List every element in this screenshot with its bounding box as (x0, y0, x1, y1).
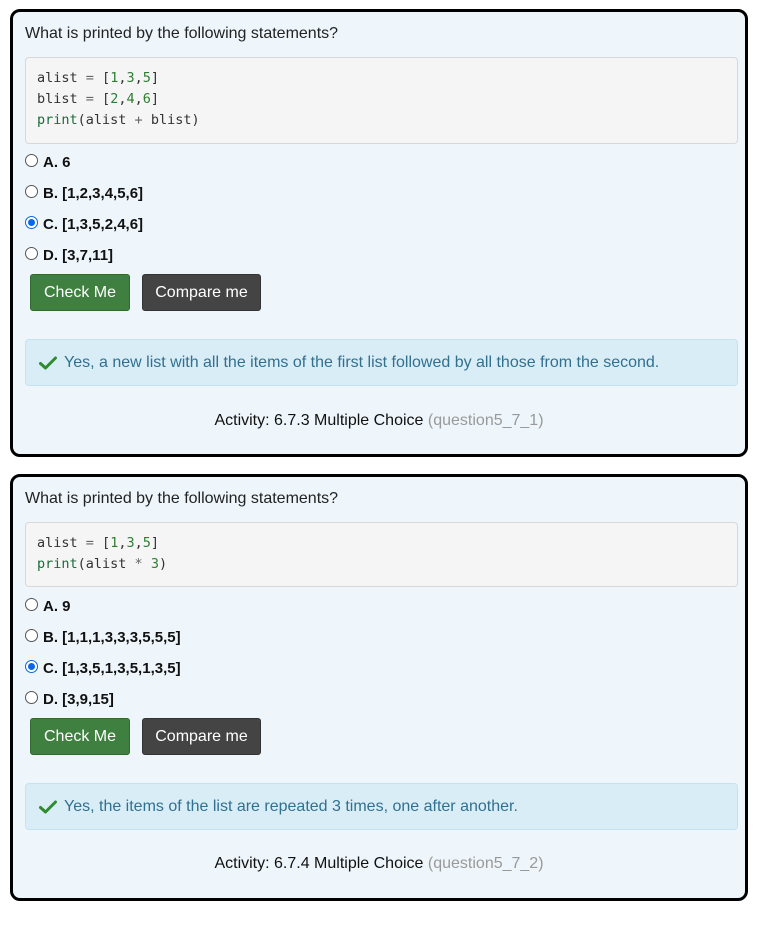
radio-button[interactable] (25, 691, 38, 704)
code-token: [ (102, 535, 111, 551)
activity-title: Activity: 6.7.4 Multiple Choice (214, 855, 424, 872)
answer-options: A. 6 B. [1,2,3,4,5,6] C. [1,3,5,2,4,6] D… (25, 147, 143, 271)
checkmark-icon (39, 356, 57, 369)
code-line: print(alist + blist) (37, 110, 726, 131)
answer-option-label: D. [3,9,15] (43, 691, 114, 708)
answer-option-label: B. [1,1,1,3,3,3,5,5,5] (43, 629, 181, 646)
code-line: print(alist * 3) (37, 554, 726, 575)
compare-me-button[interactable]: Compare me (142, 718, 261, 755)
code-token: , (134, 91, 143, 107)
activity-label: Activity: 6.7.3 Multiple Choice (questio… (13, 412, 745, 430)
answer-option-label: B. [1,2,3,4,5,6] (43, 185, 144, 202)
answer-option-d[interactable]: D. [3,9,15] (25, 684, 181, 715)
code-token: print (37, 112, 78, 128)
answer-option-a[interactable]: A. 6 (25, 147, 143, 178)
answer-option-a[interactable]: A. 9 (25, 591, 181, 622)
answer-option-c[interactable]: C. [1,3,5,2,4,6] (25, 209, 143, 240)
code-token: [ (102, 70, 111, 86)
answer-option-label: D. [3,7,11] (43, 247, 114, 264)
answer-option-label: A. 6 (43, 154, 71, 171)
code-token: (alist (77, 556, 135, 572)
code-token: 3 (150, 556, 159, 572)
code-token: ) (158, 556, 168, 572)
question-prompt: What is printed by the following stateme… (25, 25, 339, 42)
radio-button[interactable] (25, 185, 38, 198)
code-token: 6 (142, 91, 151, 107)
code-token: = (85, 70, 103, 86)
check-me-button[interactable]: Check Me (30, 274, 130, 311)
code-token: , (134, 535, 143, 551)
feedback-message: Yes, the items of the list are repeated … (25, 783, 738, 830)
code-token: 5 (142, 70, 151, 86)
feedback-text: Yes, the items of the list are repeated … (64, 797, 518, 815)
code-line: alist = [1,3,5] (37, 68, 726, 89)
feedback-text: Yes, a new list with all the items of th… (64, 353, 660, 371)
activity-id: (question5_7_2) (427, 855, 544, 872)
code-token: print (37, 556, 78, 572)
code-token: = (85, 91, 103, 107)
code-token: (alist (77, 112, 135, 128)
code-token: alist (37, 70, 86, 86)
code-line: alist = [1,3,5] (37, 533, 726, 554)
code-block: alist = [1,3,5] blist = [2,4,6] print(al… (25, 57, 738, 144)
radio-button[interactable] (25, 660, 38, 673)
answer-option-label: C. [1,3,5,1,3,5,1,3,5] (43, 660, 181, 677)
code-token: 5 (142, 535, 151, 551)
question-prompt: What is printed by the following stateme… (25, 490, 339, 507)
checkmark-icon (39, 800, 57, 813)
check-me-button[interactable]: Check Me (30, 718, 130, 755)
answer-option-c[interactable]: C. [1,3,5,1,3,5,1,3,5] (25, 653, 181, 684)
code-block: alist = [1,3,5] print(alist * 3) (25, 522, 738, 587)
code-token: + (134, 112, 151, 128)
answer-option-label: C. [1,3,5,2,4,6] (43, 216, 144, 233)
code-token: [ (102, 91, 111, 107)
answer-option-label: A. 9 (43, 598, 71, 615)
code-token: 3 (126, 70, 135, 86)
code-token: ] (150, 535, 160, 551)
code-token: ] (150, 91, 160, 107)
code-token: ] (150, 70, 160, 86)
answer-option-d[interactable]: D. [3,7,11] (25, 240, 143, 271)
activity-title: Activity: 6.7.3 Multiple Choice (214, 412, 424, 429)
code-token: 3 (126, 535, 135, 551)
activity-id: (question5_7_1) (427, 412, 544, 429)
code-line: blist = [2,4,6] (37, 89, 726, 110)
feedback-message: Yes, a new list with all the items of th… (25, 339, 738, 386)
radio-button[interactable] (25, 598, 38, 611)
question-card: What is printed by the following stateme… (10, 9, 748, 457)
answer-options: A. 9 B. [1,1,1,3,3,3,5,5,5] C. [1,3,5,1,… (25, 591, 181, 715)
radio-button[interactable] (25, 247, 38, 260)
question-card: What is printed by the following stateme… (10, 474, 748, 901)
code-token: , (134, 70, 143, 86)
code-token: * (134, 556, 151, 572)
answer-option-b[interactable]: B. [1,2,3,4,5,6] (25, 178, 143, 209)
radio-button[interactable] (25, 154, 38, 167)
code-token: = (85, 535, 103, 551)
code-token: alist (37, 535, 86, 551)
code-token: blist) (150, 112, 200, 128)
compare-me-button[interactable]: Compare me (142, 274, 261, 311)
code-token: 4 (126, 91, 135, 107)
code-token: blist (37, 91, 86, 107)
radio-button[interactable] (25, 629, 38, 642)
activity-label: Activity: 6.7.4 Multiple Choice (questio… (13, 855, 745, 873)
radio-button[interactable] (25, 216, 38, 229)
answer-option-b[interactable]: B. [1,1,1,3,3,3,5,5,5] (25, 622, 181, 653)
